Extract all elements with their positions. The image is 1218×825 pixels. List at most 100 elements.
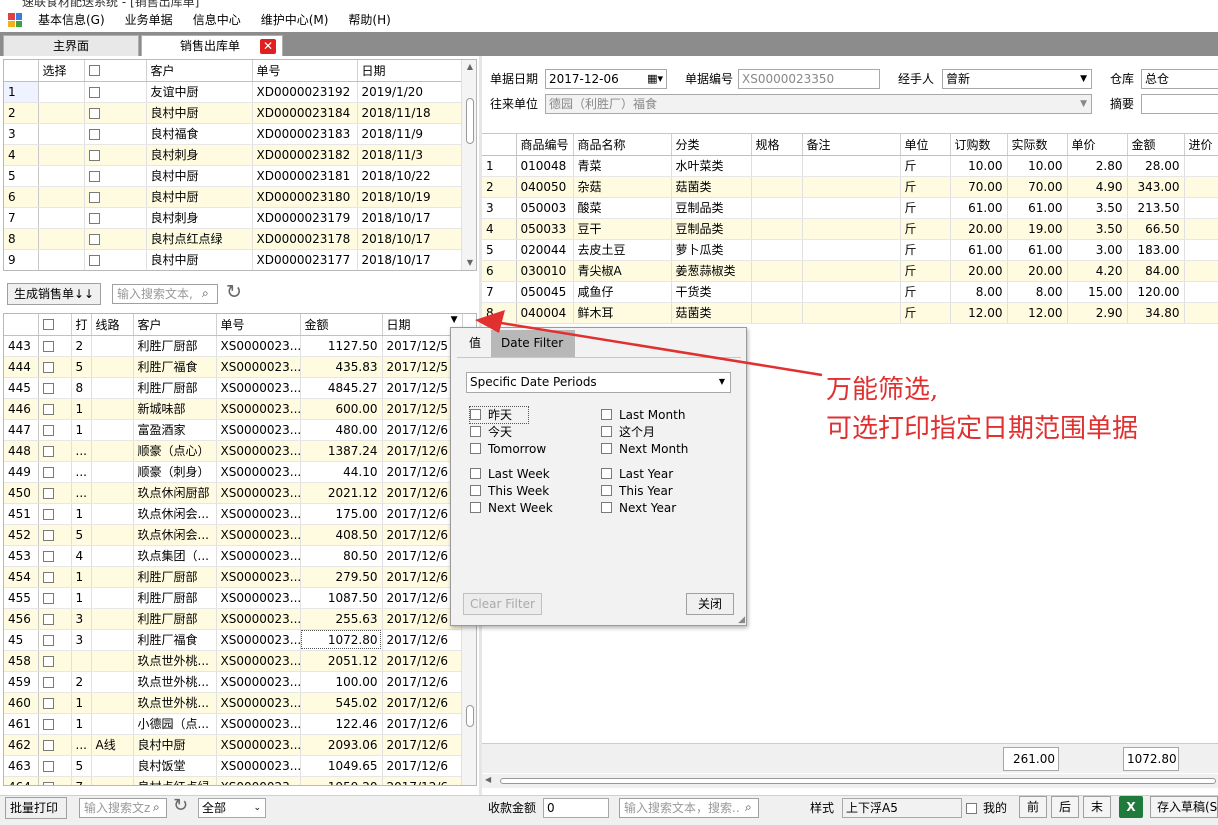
detail-row[interactable]: 7050045咸鱼仔干货类斤8.008.0015.00120.0012 (482, 281, 1218, 303)
date-option-checkbox[interactable] (601, 426, 612, 437)
row-select-checkbox[interactable] (88, 212, 100, 224)
date-field[interactable]: 2017-12-06 ▦▾ (545, 69, 667, 89)
date-option-checkbox[interactable] (470, 502, 481, 513)
sales-row[interactable]: 452 5 玖点休闲会... XS0000023... 408.50 2017/12/6 (4, 524, 463, 546)
date-option[interactable]: Next Year (601, 500, 676, 516)
row-select-checkbox[interactable] (42, 718, 54, 730)
batch-print-button[interactable]: 批量打印 (5, 797, 67, 819)
col-cost[interactable]: 进价 (1184, 134, 1218, 156)
row-select-checkbox[interactable] (88, 128, 100, 140)
sales-row[interactable]: 445 8 利胜厂厨部 XS0000023... 4845.27 2017/12/5 (4, 377, 463, 399)
sales-row[interactable]: 460 1 玖点世外桃... XS0000023... 545.02 2017/12/6 (4, 692, 463, 714)
sales-row[interactable]: 463 5 良村饭堂 XS0000023... 1049.65 2017/12/6 (4, 755, 463, 777)
partner-select[interactable]: 德园（利胜厂）福食 ▼ (545, 94, 1092, 114)
refresh-icon[interactable]: ↻ (226, 281, 242, 303)
sales-row[interactable]: 455 1 利胜厂厨部 XS0000023... 1087.50 2017/12/6 (4, 587, 463, 609)
order-row[interactable]: 7 良村刺身 XD0000023179 2018/10/17 (4, 207, 463, 229)
search-icon[interactable]: ⌕ (745, 800, 752, 815)
mine-checkbox[interactable] (966, 803, 977, 814)
row-select-checkbox[interactable] (88, 86, 100, 98)
col-spec[interactable]: 规格 (751, 134, 803, 156)
menu-maintenance[interactable]: 维护中心(M) (251, 8, 339, 32)
col-route[interactable]: 线路 (91, 314, 134, 336)
row-select-checkbox[interactable] (88, 107, 100, 119)
date-option[interactable]: Last Month (601, 407, 685, 423)
menu-basic-info[interactable]: 基本信息(G) (28, 8, 115, 32)
date-option[interactable]: Last Year (601, 466, 673, 482)
order-row[interactable]: 2 良村中厨 XD0000023184 2018/11/18 (4, 102, 463, 124)
row-select-checkbox[interactable] (88, 170, 100, 182)
menu-documents[interactable]: 业务单据 (115, 8, 183, 32)
scroll-up-icon[interactable]: ▲ (462, 60, 476, 74)
date-option[interactable]: Next Month (601, 441, 688, 457)
date-option-checkbox[interactable] (601, 468, 612, 479)
resize-grip-icon[interactable]: ◢ (738, 615, 745, 625)
col-category[interactable]: 分类 (671, 134, 752, 156)
col-select[interactable]: 选择 (38, 60, 85, 82)
row-select-checkbox[interactable] (42, 592, 54, 604)
sales-row[interactable]: 458 玖点世外桃... XS0000023... 2051.12 2017/12/6 (4, 650, 463, 672)
col-sales-no[interactable]: 单号 (216, 314, 301, 336)
order-row[interactable]: 6 良村中厨 XD0000023180 2018/10/19 (4, 186, 463, 208)
row-select-checkbox[interactable] (42, 361, 54, 373)
col-print[interactable]: 打 (71, 314, 92, 336)
col-ordered[interactable]: 订购数 (950, 134, 1008, 156)
chevron-down-icon[interactable]: ▼ (1080, 70, 1087, 88)
sales-row[interactable]: 456 3 利胜厂厨部 XS0000023... 255.63 2017/12/6 (4, 608, 463, 630)
col-check[interactable] (38, 314, 72, 336)
search-icon[interactable]: ⌕ (202, 286, 209, 301)
row-select-checkbox[interactable] (42, 550, 54, 562)
row-select-checkbox[interactable] (42, 739, 54, 751)
col-customer[interactable]: 客户 (146, 60, 253, 82)
sales-row[interactable]: 450... 玖点休闲厨部 XS0000023... 2021.12 2017/12/6 (4, 482, 463, 504)
col-order-no[interactable]: 单号 (252, 60, 358, 82)
select-all-sales-checkbox[interactable] (42, 319, 54, 331)
order-row[interactable]: 4 良村刺身 XD0000023182 2018/11/3 (4, 144, 463, 166)
row-select-checkbox[interactable] (88, 254, 100, 266)
row-select-checkbox[interactable] (42, 613, 54, 625)
col-name[interactable]: 商品名称 (573, 134, 672, 156)
generate-sales-button[interactable]: 生成销售单↓↓ (7, 283, 102, 305)
tab-main[interactable]: 主界面 (3, 35, 139, 56)
order-list-scrollbar[interactable]: ▲ ▼ (461, 60, 476, 270)
close-tab-icon[interactable]: ✕ (260, 39, 276, 54)
sales-row[interactable]: 447 1 富盈酒家 XS0000023... 480.00 2017/12/6 (4, 419, 463, 441)
col-amount[interactable]: 金额 (300, 314, 383, 336)
select-all-checkbox[interactable] (88, 65, 100, 77)
menu-info-center[interactable]: 信息中心 (183, 8, 251, 32)
excel-export-icon[interactable]: X (1119, 796, 1143, 818)
prev-button[interactable]: 前 (1019, 796, 1047, 818)
next-button[interactable]: 后 (1051, 796, 1079, 818)
row-select-checkbox[interactable] (42, 634, 54, 646)
sales-row[interactable]: 451 1 玖点休闲会... XS0000023... 175.00 2017/12/6 (4, 503, 463, 525)
sales-row[interactable]: 454 1 利胜厂厨部 XS0000023... 279.50 2017/12/6 (4, 566, 463, 588)
close-filter-button[interactable]: 关闭 (686, 593, 734, 615)
chevron-down-icon[interactable]: ▼ (1080, 95, 1087, 113)
row-select-checkbox[interactable] (42, 403, 54, 415)
refresh-icon[interactable]: ↻ (173, 795, 188, 816)
sales-row[interactable]: 461 1 小德园（点... XS0000023... 122.46 2017/12/6 (4, 713, 463, 735)
date-option-checkbox[interactable] (470, 409, 481, 420)
date-option[interactable]: Tomorrow (470, 441, 546, 457)
clear-filter-button[interactable]: Clear Filter (463, 593, 542, 615)
row-select-checkbox[interactable] (88, 233, 100, 245)
col-select-all[interactable] (84, 60, 147, 82)
date-option-checkbox[interactable] (470, 443, 481, 454)
style-select[interactable]: 上下浮A5 (842, 798, 962, 818)
order-row[interactable]: 8 良村点红点绿 XD0000023178 2018/10/17 (4, 228, 463, 250)
row-select-checkbox[interactable] (42, 445, 54, 457)
scroll-left-icon[interactable]: ◀ (485, 775, 491, 784)
row-select-checkbox[interactable] (42, 466, 54, 478)
scroll-down-icon[interactable]: ▼ (462, 256, 476, 270)
date-option-checkbox[interactable] (601, 502, 612, 513)
sales-row[interactable]: 459 2 玖点世外桃... XS0000023... 100.00 2017/12/6 (4, 671, 463, 693)
date-option-checkbox[interactable] (470, 468, 481, 479)
col-code[interactable]: 商品编号 (516, 134, 574, 156)
receipt-input[interactable]: 0 (543, 798, 609, 818)
date-option[interactable]: 昨天 (468, 406, 530, 424)
col-note[interactable]: 备注 (802, 134, 901, 156)
row-select-checkbox[interactable] (88, 149, 100, 161)
order-row[interactable]: 5 良村中厨 XD0000023181 2018/10/22 (4, 165, 463, 187)
sales-row[interactable]: 443 2 利胜厂厨部 XS0000023... 1127.50 2017/12/5 (4, 335, 463, 357)
memo-input[interactable] (1141, 94, 1218, 114)
